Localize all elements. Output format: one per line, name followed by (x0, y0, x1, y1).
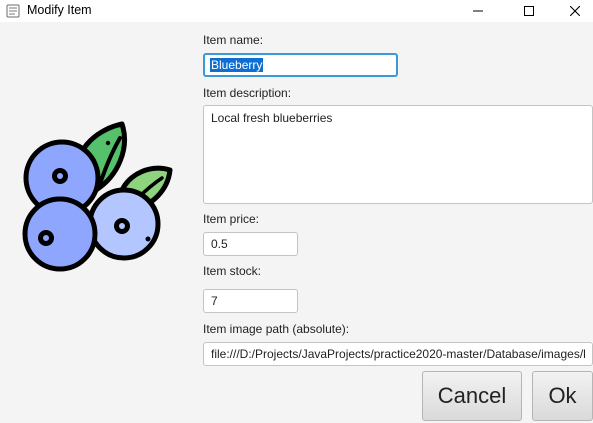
maximize-icon (524, 6, 534, 16)
minimize-icon (473, 10, 483, 12)
modify-item-window: Modify Item Item name: Blueberry Item de… (0, 0, 593, 423)
item-description-label: Item description: (203, 86, 292, 100)
item-name-field[interactable]: Blueberry (203, 53, 398, 77)
item-name-label: Item name: (203, 33, 264, 47)
item-name-value: Blueberry (210, 58, 264, 72)
item-price-label: Item price: (203, 212, 260, 226)
item-stock-field[interactable]: 7 (203, 289, 298, 313)
item-price-value: 0.5 (211, 237, 228, 251)
ok-button[interactable]: Ok (532, 371, 593, 421)
app-icon (6, 4, 20, 18)
minimize-button[interactable] (455, 0, 501, 22)
item-stock-value: 7 (211, 294, 218, 308)
item-image-path-field[interactable]: file:///D:/Projects/JavaProjects/practic… (203, 342, 593, 366)
close-icon (570, 6, 580, 16)
cancel-button[interactable]: Cancel (422, 371, 522, 421)
item-description-field[interactable]: Local fresh blueberries (203, 105, 593, 204)
item-image-path-value: file:///D:/Projects/JavaProjects/practic… (211, 347, 586, 361)
blueberry-icon (18, 118, 178, 278)
window-title: Modify Item (27, 3, 92, 17)
close-button[interactable] (552, 0, 593, 22)
item-price-field[interactable]: 0.5 (203, 232, 298, 256)
maximize-button[interactable] (506, 0, 552, 22)
item-image-path-label: Item image path (absolute): (203, 322, 350, 336)
title-bar: Modify Item (0, 0, 593, 22)
item-description-value: Local fresh blueberries (211, 111, 333, 125)
item-stock-label: Item stock: (203, 264, 262, 278)
